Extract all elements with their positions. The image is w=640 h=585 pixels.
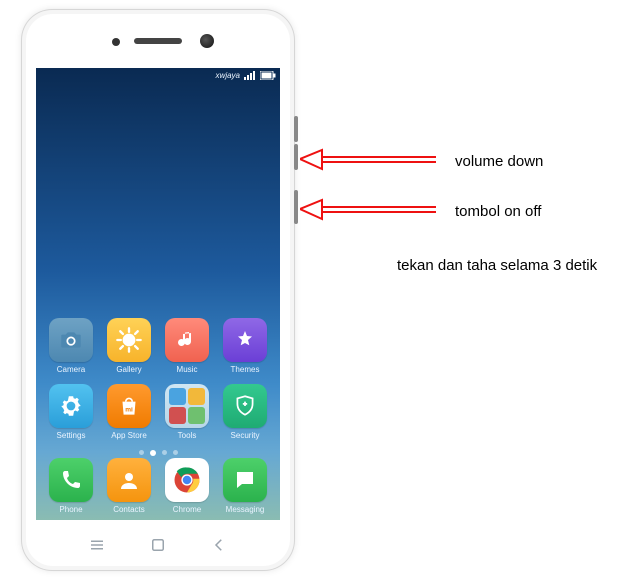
music-icon xyxy=(175,328,199,352)
earpiece xyxy=(134,38,182,44)
phone-icon xyxy=(59,468,83,492)
app-phone[interactable]: Phone xyxy=(46,458,96,514)
power-hw-button[interactable] xyxy=(294,190,298,224)
gear-icon xyxy=(58,393,84,419)
bag-icon: mi xyxy=(116,393,142,419)
page-dot xyxy=(139,450,144,455)
app-contacts[interactable]: Contacts xyxy=(104,458,154,514)
back-hw-button[interactable] xyxy=(210,536,228,554)
page-indicator xyxy=(36,450,280,456)
app-label: Phone xyxy=(59,505,82,514)
app-label: Chrome xyxy=(173,505,201,514)
annotation-volume-down: volume down xyxy=(455,153,543,170)
phone-frame: xwjaya Camera Gal xyxy=(22,10,294,570)
shield-icon xyxy=(232,393,258,419)
menu-hw-button[interactable] xyxy=(88,536,106,554)
annotation-power: tombol on off xyxy=(455,203,541,220)
app-label: Messaging xyxy=(226,505,265,514)
folder-icon xyxy=(169,388,205,424)
status-bar: xwjaya xyxy=(216,71,276,80)
app-grid: Camera Gallery Music Themes S xyxy=(36,318,280,440)
app-label: Contacts xyxy=(113,505,145,514)
page-dot xyxy=(173,450,178,455)
front-camera xyxy=(200,34,214,48)
svg-text:mi: mi xyxy=(125,406,133,413)
app-chrome[interactable]: Chrome xyxy=(162,458,212,514)
app-row-2: Settings mi App Store Tools Security xyxy=(46,384,270,440)
app-gallery[interactable]: Gallery xyxy=(104,318,154,374)
gallery-icon xyxy=(115,326,143,354)
dock: Phone Contacts Chrome Messaging xyxy=(36,458,280,514)
app-label: Themes xyxy=(231,365,260,374)
app-row-1: Camera Gallery Music Themes xyxy=(46,318,270,374)
app-appstore[interactable]: mi App Store xyxy=(104,384,154,440)
app-label: Music xyxy=(177,365,198,374)
camera-icon xyxy=(58,327,84,353)
status-carrier: xwjaya xyxy=(216,71,240,80)
app-tools[interactable]: Tools xyxy=(162,384,212,440)
annotation-instruction: tekan dan taha selama 3 detik xyxy=(397,257,597,274)
page-dot xyxy=(162,450,167,455)
app-label: Camera xyxy=(57,365,85,374)
volume-down-hw-button[interactable] xyxy=(294,144,298,170)
volume-up-hw-button[interactable] xyxy=(294,116,298,142)
app-label: Gallery xyxy=(116,365,141,374)
app-label: App Store xyxy=(111,431,147,440)
page-dot-active xyxy=(150,450,156,456)
proximity-sensor xyxy=(112,38,120,46)
app-themes[interactable]: Themes xyxy=(220,318,270,374)
app-settings[interactable]: Settings xyxy=(46,384,96,440)
chrome-icon xyxy=(172,465,202,495)
signal-icon xyxy=(244,71,256,80)
app-messaging[interactable]: Messaging xyxy=(220,458,270,514)
arrow-power xyxy=(300,197,440,227)
app-label: Security xyxy=(231,431,260,440)
app-music[interactable]: Music xyxy=(162,318,212,374)
phone-screen[interactable]: xwjaya Camera Gal xyxy=(36,68,280,520)
home-hw-button[interactable] xyxy=(149,536,167,554)
app-camera[interactable]: Camera xyxy=(46,318,96,374)
themes-icon xyxy=(233,328,257,352)
arrow-volume-down xyxy=(300,147,440,177)
app-security[interactable]: Security xyxy=(220,384,270,440)
app-label: Settings xyxy=(57,431,86,440)
battery-icon xyxy=(260,71,276,80)
contacts-icon xyxy=(117,468,141,492)
messaging-icon xyxy=(233,468,257,492)
app-label: Tools xyxy=(178,431,197,440)
